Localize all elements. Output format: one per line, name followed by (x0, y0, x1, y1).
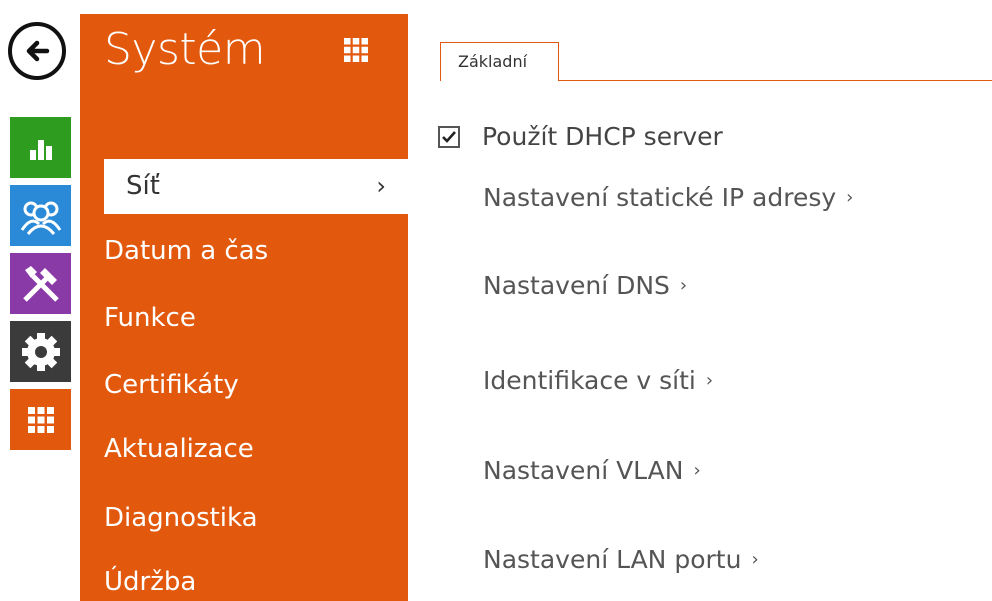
link-label: Nastavení statické IP adresy (483, 183, 837, 212)
chevron-right-icon: › (846, 187, 854, 208)
menu-item-udrzba[interactable]: Údržba (104, 567, 404, 597)
menu-item-aktualizace[interactable]: Aktualizace (104, 434, 404, 464)
menu-item-sit[interactable]: Síť › (104, 159, 408, 214)
services-tile[interactable] (10, 389, 71, 450)
hardware-tile[interactable] (10, 253, 71, 314)
back-button[interactable] (8, 22, 66, 80)
link-lan-port[interactable]: Nastavení LAN portu › (483, 545, 759, 574)
dhcp-label: Použít DHCP server (482, 122, 723, 151)
menu-title: Systém (104, 24, 266, 75)
menu-item-certifikaty[interactable]: Certifikáty (104, 370, 404, 400)
link-label: Nastavení LAN portu (483, 545, 742, 574)
tab-zakladni[interactable]: Základní (440, 42, 559, 81)
grid-icon[interactable] (344, 38, 368, 62)
dhcp-checkbox-row[interactable]: Použít DHCP server (438, 122, 723, 151)
link-label: Nastavení VLAN (483, 456, 684, 485)
gear-icon (21, 332, 60, 371)
status-tile[interactable] (10, 117, 71, 178)
chevron-right-icon: › (693, 460, 701, 481)
link-network-identification[interactable]: Identifikace v síti › (483, 366, 713, 395)
chevron-right-icon: › (705, 370, 714, 391)
grid-icon (27, 406, 54, 433)
menu-item-diagnostika[interactable]: Diagnostika (104, 503, 404, 533)
menu-item-label: Síť (126, 171, 160, 201)
chevron-right-icon: › (376, 172, 386, 200)
menu-item-funkce[interactable]: Funkce (104, 303, 404, 333)
bar-chart-icon (29, 139, 52, 160)
dhcp-checkbox[interactable] (438, 125, 460, 148)
checkmark-icon (442, 130, 456, 143)
directory-tile[interactable] (10, 185, 71, 246)
arrow-left-icon (26, 40, 50, 62)
system-tile[interactable] (10, 321, 71, 382)
tools-icon (22, 265, 59, 302)
chevron-right-icon: › (679, 275, 688, 296)
menu-item-datum-a-cas[interactable]: Datum a čas (104, 236, 404, 266)
link-static-ip[interactable]: Nastavení statické IP adresy › (483, 183, 853, 212)
link-label: Nastavení DNS (483, 271, 670, 300)
link-vlan[interactable]: Nastavení VLAN › (483, 456, 701, 485)
link-dns[interactable]: Nastavení DNS › (483, 271, 687, 300)
users-icon (20, 201, 61, 235)
system-menu: Systém Síť › Datum a čas Funkce Certifik… (80, 14, 408, 601)
chevron-right-icon: › (751, 549, 759, 570)
icon-rail (0, 0, 80, 601)
link-label: Identifikace v síti (483, 366, 696, 395)
